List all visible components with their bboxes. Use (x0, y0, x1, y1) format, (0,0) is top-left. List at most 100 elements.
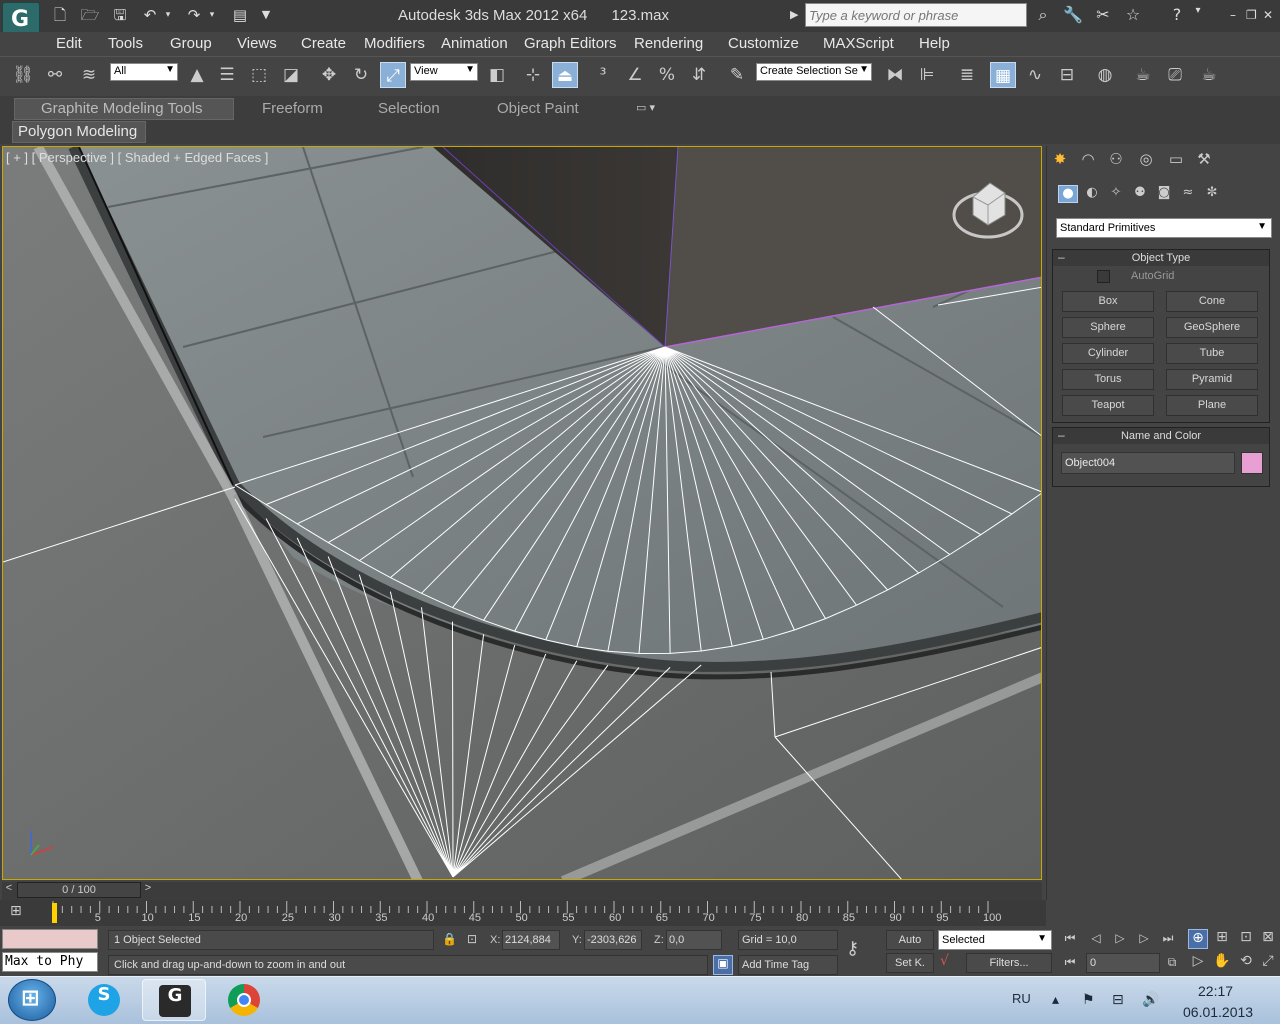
chrome-app[interactable] (212, 979, 276, 1021)
menu-group[interactable]: Group (170, 35, 212, 52)
menu-customize[interactable]: Customize (728, 35, 799, 52)
selection-lock-icon[interactable]: 🔒 (442, 932, 457, 946)
sphere-button[interactable]: Sphere (1062, 317, 1154, 338)
infocenter-search-input[interactable]: Type a keyword or phrase (805, 3, 1027, 27)
pan-view-icon[interactable]: ✋ (1212, 953, 1232, 973)
keyboard-shortcut-override-icon[interactable]: ⏏ (552, 62, 578, 88)
space-warps-icon[interactable]: ≈ (1178, 185, 1198, 203)
project-folder-icon[interactable]: ▤ (230, 6, 250, 24)
torus-button[interactable]: Torus (1062, 369, 1154, 390)
spinner-snap-icon[interactable]: ⇵ (686, 62, 712, 88)
hierarchy-tab-icon[interactable]: ⚇ (1104, 150, 1128, 170)
unlink-selection-icon[interactable]: ⚯ (42, 62, 68, 88)
favorites-star-icon[interactable]: ☆ (1122, 5, 1144, 25)
object-category-dropdown[interactable]: Standard Primitives ▼ (1056, 218, 1272, 238)
minimize-icon[interactable]: – (1230, 8, 1244, 22)
reference-coordinate-dropdown[interactable]: View ▼ (410, 63, 478, 81)
teapot-button[interactable]: Teapot (1062, 395, 1154, 416)
collapse-icon[interactable]: – (1058, 249, 1065, 265)
percent-snap-icon[interactable]: % (654, 62, 680, 88)
close-icon[interactable]: ✕ (1263, 8, 1277, 22)
network-icon[interactable]: ⊟ (1112, 992, 1130, 1010)
undo-icon[interactable]: ↶ (140, 6, 160, 24)
action-center-flag-icon[interactable]: ⚑ (1082, 992, 1100, 1010)
next-frame-icon[interactable]: ▷ (1134, 931, 1154, 949)
shapes-icon[interactable]: ◐ (1082, 185, 1102, 203)
communication-center-icon[interactable]: ✂ (1092, 5, 1114, 25)
plane-button[interactable]: Plane (1166, 395, 1258, 416)
cameras-icon[interactable]: ⚉ (1130, 185, 1150, 203)
open-file-icon[interactable]: 🗁 (80, 6, 100, 24)
autogrid-checkbox[interactable] (1097, 270, 1110, 283)
tab-freeform[interactable]: Freeform (262, 100, 323, 117)
time-slider-next[interactable]: > (141, 882, 155, 898)
display-tab-icon[interactable]: ▭ (1164, 150, 1188, 170)
binoculars-icon[interactable]: ⌕ (1032, 5, 1054, 25)
time-slider-thumb[interactable]: 0 / 100 (17, 882, 141, 898)
help-icon[interactable]: ? (1166, 5, 1188, 25)
set-key-icon[interactable]: ⚷ (846, 938, 876, 962)
search-expand-icon[interactable]: ▶ (790, 8, 798, 21)
rollout-title[interactable]: – Object Type (1053, 250, 1269, 266)
save-icon[interactable]: 🖫 (110, 6, 130, 24)
absolute-mode-icon[interactable]: ⊡ (467, 932, 481, 946)
maximize-viewport-icon[interactable]: ⤢ (1258, 953, 1278, 973)
align-icon[interactable]: ⊫ (914, 62, 940, 88)
tab-selection[interactable]: Selection (378, 100, 440, 117)
menu-maxscript[interactable]: MAXScript (823, 35, 894, 52)
selection-filter-dropdown[interactable]: All ▼ (110, 63, 178, 81)
3ds-max-app[interactable]: G (142, 979, 206, 1021)
ribbon-options-icon[interactable]: ▭ ▾ (636, 101, 666, 115)
current-frame-field[interactable]: 0 (1086, 953, 1160, 973)
utilities-tab-icon[interactable]: ⚒ (1192, 150, 1216, 170)
collapse-icon[interactable]: – (1058, 427, 1065, 443)
geometry-icon[interactable]: ● (1058, 185, 1078, 203)
play-icon[interactable]: ▷ (1110, 931, 1130, 949)
zoom-all-icon[interactable]: ⊞ (1212, 929, 1232, 949)
time-configuration-icon[interactable]: ⧉ (1162, 955, 1182, 973)
select-and-move-icon[interactable]: ✥ (316, 62, 342, 88)
select-by-name-icon[interactable]: ☰ (214, 62, 240, 88)
rectangular-selection-icon[interactable]: ⬚ (246, 62, 272, 88)
menu-views[interactable]: Views (237, 35, 277, 52)
menu-edit[interactable]: Edit (56, 35, 82, 52)
cylinder-button[interactable]: Cylinder (1062, 343, 1154, 364)
object-name-field[interactable]: Object004 (1061, 452, 1235, 474)
select-object-icon[interactable]: ▲ (184, 62, 210, 88)
auto-key-button[interactable]: Auto (886, 930, 934, 950)
select-and-link-icon[interactable]: ⛓ (10, 62, 36, 88)
schematic-view-icon[interactable]: ⊟ (1054, 62, 1080, 88)
wrench-icon[interactable]: 🔧 (1062, 5, 1084, 25)
time-slider-prev[interactable]: < (2, 882, 16, 898)
named-selection-set-dropdown[interactable]: Create Selection Se ▼ (756, 63, 872, 81)
menu-create[interactable]: Create (301, 35, 346, 52)
y-coordinate-field[interactable]: -2303,626 (584, 930, 642, 950)
quick-access-dropdown-icon[interactable]: ▼ (256, 6, 276, 24)
tab-object-paint[interactable]: Object Paint (497, 100, 579, 117)
lights-icon[interactable]: ✧ (1106, 185, 1126, 203)
clock-time[interactable]: 22:17 (1198, 983, 1233, 999)
curve-editor-icon[interactable]: ∿ (1022, 62, 1048, 88)
key-filter-dropdown[interactable]: Selected ▼ (938, 930, 1052, 950)
menu-graph-editors[interactable]: Graph Editors (524, 35, 617, 52)
redo-dropdown-icon[interactable]: ▾ (206, 6, 218, 24)
language-indicator[interactable]: RU (1012, 991, 1031, 1006)
render-production-icon[interactable]: ☕ (1196, 62, 1222, 88)
time-tag-icon[interactable]: ▣ (713, 955, 733, 975)
maxscript-mini-listener[interactable] (2, 929, 98, 949)
graphite-modeling-toggle-icon[interactable]: ▦ (990, 62, 1016, 88)
tube-button[interactable]: Tube (1166, 343, 1258, 364)
viewport-label[interactable]: [ + ] [ Perspective ] [ Shaded + Edged F… (6, 150, 268, 165)
modify-tab-icon[interactable]: ◠ (1076, 150, 1100, 170)
rollout-title[interactable]: – Name and Color (1053, 428, 1269, 444)
bind-to-space-warp-icon[interactable]: ≋ (76, 62, 102, 88)
use-pivot-center-icon[interactable]: ◧ (484, 62, 510, 88)
menu-tools[interactable]: Tools (108, 35, 143, 52)
go-to-end-icon[interactable]: ⏭ (1158, 931, 1178, 949)
clock-date[interactable]: 06.01.2013 (1183, 1004, 1253, 1020)
select-and-rotate-icon[interactable]: ↻ (348, 62, 374, 88)
systems-icon[interactable]: ✼ (1202, 185, 1222, 203)
orbit-icon[interactable]: ⟲ (1236, 953, 1256, 973)
snaps-toggle-icon[interactable]: ³ (590, 62, 616, 88)
add-time-tag-button[interactable]: Add Time Tag (738, 955, 838, 975)
